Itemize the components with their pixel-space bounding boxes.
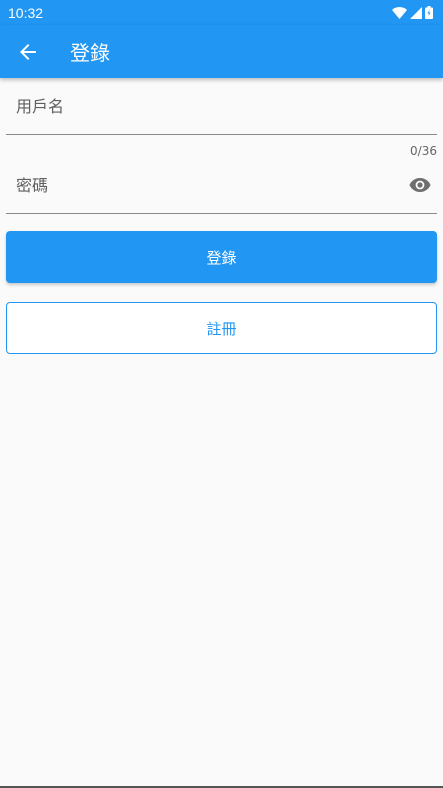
signal-icon xyxy=(410,6,422,19)
password-visibility-toggle[interactable] xyxy=(409,177,431,193)
password-input[interactable] xyxy=(6,157,437,213)
arrow-back-icon xyxy=(20,43,36,60)
wifi-icon xyxy=(392,6,407,19)
username-field-container xyxy=(6,78,437,135)
username-input[interactable] xyxy=(6,78,437,134)
battery-icon xyxy=(425,6,433,19)
back-button[interactable] xyxy=(0,25,56,78)
password-field-container xyxy=(6,157,437,214)
login-button[interactable]: 登錄 xyxy=(6,231,437,283)
app-root: 10:32 登錄 0/36 xyxy=(0,0,443,788)
eye-icon xyxy=(409,178,431,192)
status-bar: 10:32 xyxy=(0,0,443,25)
status-time: 10:32 xyxy=(8,4,44,21)
status-icons xyxy=(392,6,433,19)
app-bar: 登錄 xyxy=(0,25,443,78)
page-title: 登錄 xyxy=(70,41,110,65)
register-button[interactable]: 註冊 xyxy=(6,302,437,354)
username-char-counter: 0/36 xyxy=(410,144,437,158)
